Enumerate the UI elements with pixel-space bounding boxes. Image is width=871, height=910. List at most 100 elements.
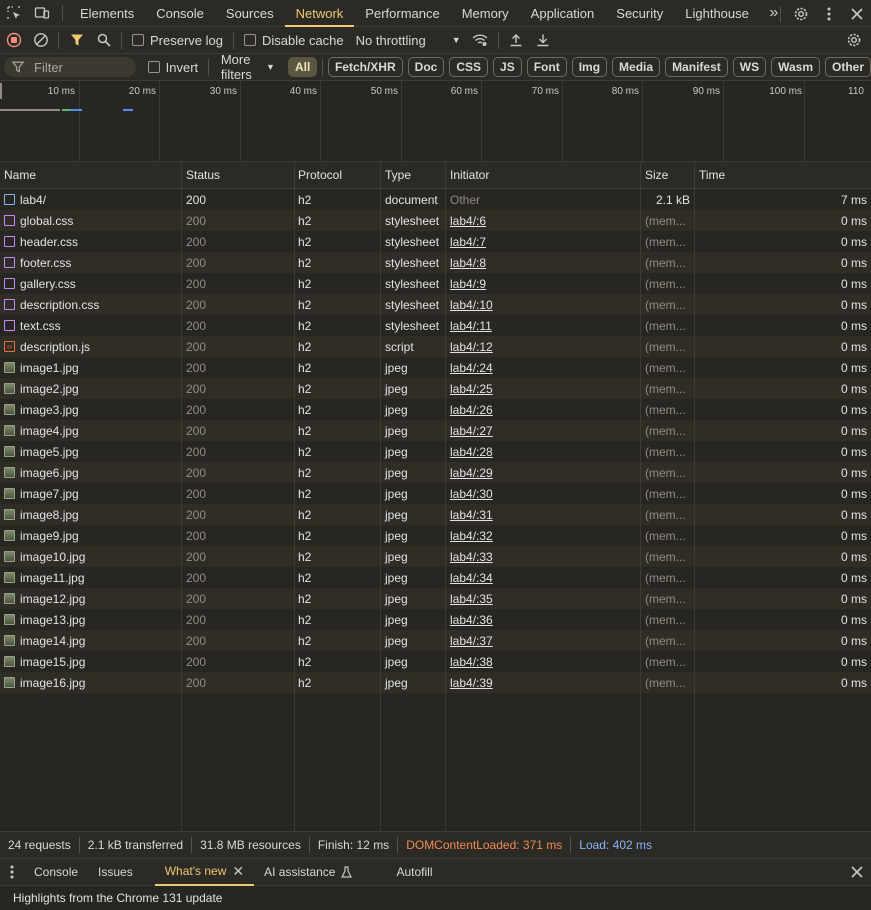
table-row[interactable]: image15.jpg 200 h2 jpeg lab4/:38 (mem... 0 ms: [0, 651, 871, 672]
device-toolbar-icon[interactable]: [28, 0, 56, 27]
table-row[interactable]: image3.jpg 200 h2 jpeg lab4/:26 (mem... 0 ms: [0, 399, 871, 420]
filter-chip-fetch-xhr[interactable]: Fetch/XHR: [327, 57, 403, 77]
column-header-type[interactable]: Type: [381, 162, 445, 188]
cell-name[interactable]: description.css: [0, 294, 181, 315]
filter-chip-wasm[interactable]: Wasm: [771, 57, 820, 77]
table-row[interactable]: text.css 200 h2 stylesheet lab4/:11 (mem... 0 …: [0, 315, 871, 336]
table-row[interactable]: image9.jpg 200 h2 jpeg lab4/:32 (mem... 0 ms: [0, 525, 871, 546]
column-header-size[interactable]: Size: [641, 162, 694, 188]
filter-chip-font[interactable]: Font: [526, 57, 567, 77]
cell-name[interactable]: ‹› description.js: [0, 336, 181, 357]
close-drawer-icon[interactable]: [851, 866, 863, 881]
column-header-name[interactable]: Name: [0, 162, 181, 188]
more-filters-dropdown[interactable]: More filters ▼: [213, 52, 283, 82]
cell-initiator[interactable]: lab4/:10: [446, 294, 640, 315]
table-row[interactable]: image13.jpg 200 h2 jpeg lab4/:36 (mem... 0 ms: [0, 609, 871, 630]
cell-initiator[interactable]: lab4/:27: [446, 420, 640, 441]
cell-initiator[interactable]: lab4/:31: [446, 504, 640, 525]
filter-chip-css[interactable]: CSS: [449, 57, 489, 77]
cell-name[interactable]: image11.jpg: [0, 567, 181, 588]
cell-name[interactable]: image13.jpg: [0, 609, 181, 630]
column-divider[interactable]: [445, 162, 446, 831]
cell-name[interactable]: image4.jpg: [0, 420, 181, 441]
table-row[interactable]: image2.jpg 200 h2 jpeg lab4/:25 (mem... 0 ms: [0, 378, 871, 399]
cell-name[interactable]: image14.jpg: [0, 630, 181, 651]
table-row[interactable]: footer.css 200 h2 stylesheet lab4/:8 (mem... 0…: [0, 252, 871, 273]
throttling-select[interactable]: No throttling ▼: [350, 33, 467, 48]
tab-lighthouse[interactable]: Lighthouse: [674, 0, 760, 27]
cell-name[interactable]: image7.jpg: [0, 483, 181, 504]
table-row[interactable]: image11.jpg 200 h2 jpeg lab4/:34 (mem... 0 ms: [0, 567, 871, 588]
cell-name[interactable]: image1.jpg: [0, 357, 181, 378]
disable-cache-checkbox[interactable]: Disable cache: [238, 33, 350, 48]
column-divider[interactable]: [380, 162, 381, 831]
checkbox-box[interactable]: [132, 34, 144, 46]
table-row[interactable]: description.css 200 h2 stylesheet lab4/:10 (m…: [0, 294, 871, 315]
table-row[interactable]: image1.jpg 200 h2 jpeg lab4/:24 (mem... 0 ms: [0, 357, 871, 378]
table-row[interactable]: image10.jpg 200 h2 jpeg lab4/:33 (mem... 0 ms: [0, 546, 871, 567]
table-row[interactable]: ‹› description.js 200 h2 script lab4/:12 (mem.…: [0, 336, 871, 357]
column-header-status[interactable]: Status: [182, 162, 294, 188]
table-row[interactable]: image7.jpg 200 h2 jpeg lab4/:30 (mem... 0 ms: [0, 483, 871, 504]
cell-initiator[interactable]: lab4/:9: [446, 273, 640, 294]
filter-chip-other[interactable]: Other: [825, 57, 871, 77]
network-settings-icon[interactable]: [840, 27, 867, 54]
column-header-protocol[interactable]: Protocol: [294, 162, 380, 188]
cell-name[interactable]: header.css: [0, 231, 181, 252]
invert-checkbox[interactable]: Invert: [142, 60, 205, 75]
filter-chip-ws[interactable]: WS: [732, 57, 767, 77]
cell-name[interactable]: global.css: [0, 210, 181, 231]
filter-chip-doc[interactable]: Doc: [407, 57, 445, 77]
tab-console[interactable]: Console: [145, 0, 215, 27]
cell-initiator[interactable]: lab4/:33: [446, 546, 640, 567]
cell-initiator[interactable]: lab4/:39: [446, 672, 640, 693]
cell-initiator[interactable]: lab4/:35: [446, 588, 640, 609]
cell-initiator[interactable]: lab4/:38: [446, 651, 640, 672]
table-row[interactable]: image5.jpg 200 h2 jpeg lab4/:28 (mem... 0 ms: [0, 441, 871, 462]
stop-recording-icon[interactable]: [0, 27, 27, 54]
drawer-tab-whats-new[interactable]: What's new ✕: [154, 858, 255, 886]
cell-initiator[interactable]: lab4/:26: [446, 399, 640, 420]
cell-initiator[interactable]: lab4/:29: [446, 462, 640, 483]
inspect-element-icon[interactable]: [0, 0, 28, 27]
cell-name[interactable]: image5.jpg: [0, 441, 181, 462]
cell-initiator[interactable]: lab4/:28: [446, 441, 640, 462]
cell-name[interactable]: image3.jpg: [0, 399, 181, 420]
import-har-icon[interactable]: [503, 27, 530, 54]
customize-menu-icon[interactable]: [815, 0, 843, 27]
network-conditions-icon[interactable]: [467, 27, 494, 54]
cell-initiator[interactable]: lab4/:30: [446, 483, 640, 504]
cell-name[interactable]: lab4/: [0, 189, 181, 210]
tab-application[interactable]: Application: [520, 0, 606, 27]
drawer-tab-issues[interactable]: Issues: [88, 858, 155, 886]
tab-security[interactable]: Security: [605, 0, 674, 27]
cell-initiator[interactable]: lab4/:8: [446, 252, 640, 273]
filter-chip-media[interactable]: Media: [612, 57, 661, 77]
cell-name[interactable]: image8.jpg: [0, 504, 181, 525]
column-divider[interactable]: [294, 162, 295, 831]
column-divider[interactable]: [694, 162, 695, 831]
table-row[interactable]: image8.jpg 200 h2 jpeg lab4/:31 (mem... 0 ms: [0, 504, 871, 525]
cell-name[interactable]: text.css: [0, 315, 181, 336]
settings-gear-icon[interactable]: [787, 0, 815, 27]
table-row[interactable]: image14.jpg 200 h2 jpeg lab4/:37 (mem... 0 ms: [0, 630, 871, 651]
cell-initiator[interactable]: lab4/:12: [446, 336, 640, 357]
table-row[interactable]: image12.jpg 200 h2 jpeg lab4/:35 (mem... 0 ms: [0, 588, 871, 609]
clear-icon[interactable]: [27, 27, 54, 54]
column-header-initiator[interactable]: Initiator: [446, 162, 640, 188]
close-tab-icon[interactable]: ✕: [232, 863, 244, 880]
drawer-tab-ai-assistance[interactable]: AI assistance: [254, 858, 386, 886]
tab-network[interactable]: Network: [284, 0, 355, 27]
close-devtools-icon[interactable]: [843, 0, 871, 27]
cell-name[interactable]: gallery.css: [0, 273, 181, 294]
cell-initiator[interactable]: lab4/:25: [446, 378, 640, 399]
drawer-tab-autofill[interactable]: Autofill: [386, 858, 442, 886]
filter-input[interactable]: Filter: [4, 57, 136, 77]
cell-initiator[interactable]: lab4/:24: [446, 357, 640, 378]
cell-name[interactable]: image10.jpg: [0, 546, 181, 567]
cell-name[interactable]: image9.jpg: [0, 525, 181, 546]
column-divider[interactable]: [640, 162, 641, 831]
table-row[interactable]: image4.jpg 200 h2 jpeg lab4/:27 (mem... 0 ms: [0, 420, 871, 441]
export-har-icon[interactable]: [530, 27, 557, 54]
filter-chip-img[interactable]: Img: [571, 57, 608, 77]
